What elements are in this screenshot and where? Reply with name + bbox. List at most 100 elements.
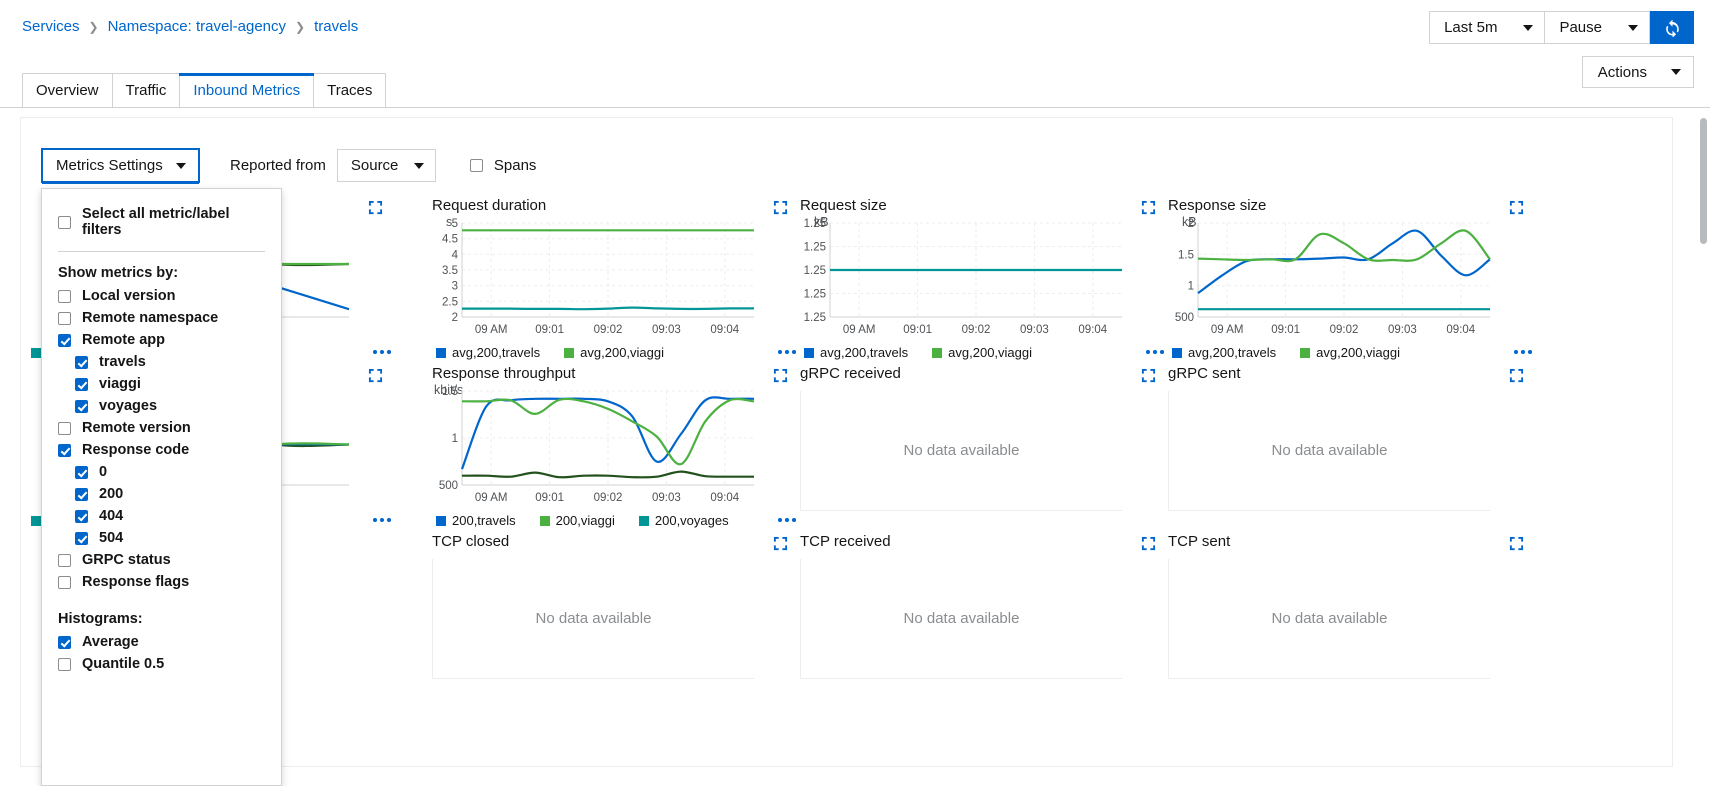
menu-item-remote-namespace[interactable]: Remote namespace: [42, 307, 281, 329]
expand-icon[interactable]: [1509, 200, 1524, 215]
menu-item-checkbox[interactable]: [58, 635, 71, 649]
select-all-checkbox[interactable]: [58, 215, 71, 229]
legend-item[interactable]: 200,travels: [436, 513, 516, 528]
chart-request-size: Request size kB 1.25 1.25 1.25 1.25 1.25 09 AM 0…: [800, 197, 1170, 365]
duration-dropdown[interactable]: Last 5m: [1429, 11, 1546, 44]
chart-expand-button[interactable]: [368, 200, 383, 218]
menu-item-checkbox[interactable]: [75, 377, 88, 391]
menu-item-checkbox[interactable]: [58, 657, 71, 671]
page-scrollbar[interactable]: [1700, 118, 1707, 766]
chart-options-button[interactable]: [778, 350, 796, 354]
chart-options-button[interactable]: [373, 518, 391, 522]
chart-title: Response size: [1168, 197, 1267, 214]
menu-item-grpc-status[interactable]: GRPC status: [42, 549, 281, 571]
legend-item[interactable]: 200,viaggi: [539, 513, 615, 528]
menu-item-local-version[interactable]: Local version: [42, 285, 281, 307]
breadcrumb-item-namespace[interactable]: Namespace: travel-agency: [108, 18, 286, 35]
legend-item[interactable]: avg,200,travels: [1172, 345, 1276, 360]
menu-item-checkbox[interactable]: [58, 289, 71, 303]
menu-item-504[interactable]: 504: [42, 527, 281, 549]
chart-x-tick: 09:04: [1446, 324, 1475, 336]
legend-item[interactable]: avg,200,travels: [804, 345, 908, 360]
expand-icon[interactable]: [773, 536, 788, 551]
scrollbar-thumb[interactable]: [1700, 118, 1707, 244]
menu-item-checkbox[interactable]: [58, 575, 71, 589]
menu-item-travels[interactable]: travels: [42, 351, 281, 373]
metrics-settings-dropdown[interactable]: Metrics Settings: [41, 148, 200, 183]
menu-item-checkbox[interactable]: [75, 465, 88, 479]
menu-item-checkbox[interactable]: [58, 333, 71, 347]
breadcrumb-item-services[interactable]: Services: [22, 18, 80, 35]
refresh-interval-dropdown[interactable]: Pause: [1545, 11, 1650, 44]
menu-item-average[interactable]: Average: [42, 631, 281, 653]
menu-item-checkbox[interactable]: [58, 553, 71, 567]
menu-item-voyages[interactable]: voyages: [42, 395, 281, 417]
menu-item-checkbox[interactable]: [58, 311, 71, 325]
menu-item-response-flags[interactable]: Response flags: [42, 571, 281, 593]
menu-item-200[interactable]: 200: [42, 483, 281, 505]
menu-item-remote-app[interactable]: Remote app: [42, 329, 281, 351]
refresh-button[interactable]: [1650, 11, 1694, 44]
menu-item-viaggi[interactable]: viaggi: [42, 373, 281, 395]
chart-expand-button[interactable]: [1509, 368, 1524, 386]
legend-swatch: [564, 347, 575, 358]
menu-item-checkbox[interactable]: [75, 487, 88, 501]
reported-from-dropdown[interactable]: Source: [336, 149, 436, 182]
menu-item-label: Response code: [82, 442, 190, 458]
actions-dropdown[interactable]: Actions: [1581, 56, 1694, 88]
tab-label: Traces: [327, 82, 373, 99]
menu-item-remote-version[interactable]: Remote version: [42, 417, 281, 439]
chart-legend: avg,200,travels avg,200,viaggi: [1172, 345, 1400, 360]
chart-title: TCP received: [800, 533, 891, 550]
menu-item-checkbox[interactable]: [75, 531, 88, 545]
expand-icon[interactable]: [368, 200, 383, 215]
legend-item[interactable]: 200,voyages: [638, 513, 729, 528]
menu-item-checkbox[interactable]: [75, 355, 88, 369]
expand-icon[interactable]: [1141, 536, 1156, 551]
legend-item[interactable]: avg,200,viaggi: [564, 345, 664, 360]
chart-expand-button[interactable]: [368, 368, 383, 386]
expand-icon[interactable]: [368, 368, 383, 383]
menu-item-checkbox[interactable]: [75, 399, 88, 413]
spans-checkbox-box[interactable]: [469, 159, 483, 172]
menu-item-response-code[interactable]: Response code: [42, 439, 281, 461]
menu-item-quantile-0-5[interactable]: Quantile 0.5: [42, 653, 281, 675]
tab-overview[interactable]: Overview: [22, 73, 113, 108]
chart-expand-button[interactable]: [1509, 536, 1524, 554]
chart-expand-button[interactable]: [1141, 368, 1156, 386]
chart-y-tick: 4: [452, 249, 459, 261]
menu-item-checkbox[interactable]: [58, 443, 71, 457]
chart-expand-button[interactable]: [1509, 200, 1524, 218]
chart-expand-button[interactable]: [1141, 200, 1156, 218]
chart-expand-button[interactable]: [773, 200, 788, 218]
chart-options-button[interactable]: [1146, 350, 1164, 354]
legend-swatch: [31, 515, 41, 526]
expand-icon[interactable]: [1141, 200, 1156, 215]
chart-expand-button[interactable]: [773, 536, 788, 554]
kiali-service-detail-page: Services ❯ Namespace: travel-agency ❯ tr…: [0, 0, 1710, 786]
legend-item[interactable]: avg,200,viaggi: [1300, 345, 1400, 360]
chart-expand-button[interactable]: [1141, 536, 1156, 554]
expand-icon[interactable]: [1509, 536, 1524, 551]
expand-icon[interactable]: [773, 200, 788, 215]
tab-traffic[interactable]: Traffic: [112, 73, 181, 108]
menu-item-checkbox[interactable]: [58, 421, 71, 435]
chart-expand-button[interactable]: [773, 368, 788, 386]
menu-item-0[interactable]: 0: [42, 461, 281, 483]
chart-options-button[interactable]: [373, 350, 391, 354]
expand-icon[interactable]: [1141, 368, 1156, 383]
tab-traces[interactable]: Traces: [314, 73, 387, 108]
menu-item-select-all[interactable]: Select all metric/label filters: [42, 203, 281, 241]
legend-item[interactable]: avg,200,travels: [436, 345, 540, 360]
spans-checkbox[interactable]: Spans: [469, 157, 536, 174]
breadcrumb-separator-icon: ❯: [88, 19, 99, 34]
chart-options-button[interactable]: [1514, 350, 1532, 354]
legend-item[interactable]: avg,200,viaggi: [932, 345, 1032, 360]
chart-options-button[interactable]: [778, 518, 796, 522]
menu-item-checkbox[interactable]: [75, 509, 88, 523]
tab-inbound-metrics[interactable]: Inbound Metrics: [179, 73, 315, 108]
menu-item-404[interactable]: 404: [42, 505, 281, 527]
breadcrumb-item-service[interactable]: travels: [314, 18, 358, 35]
expand-icon[interactable]: [773, 368, 788, 383]
expand-icon[interactable]: [1509, 368, 1524, 383]
